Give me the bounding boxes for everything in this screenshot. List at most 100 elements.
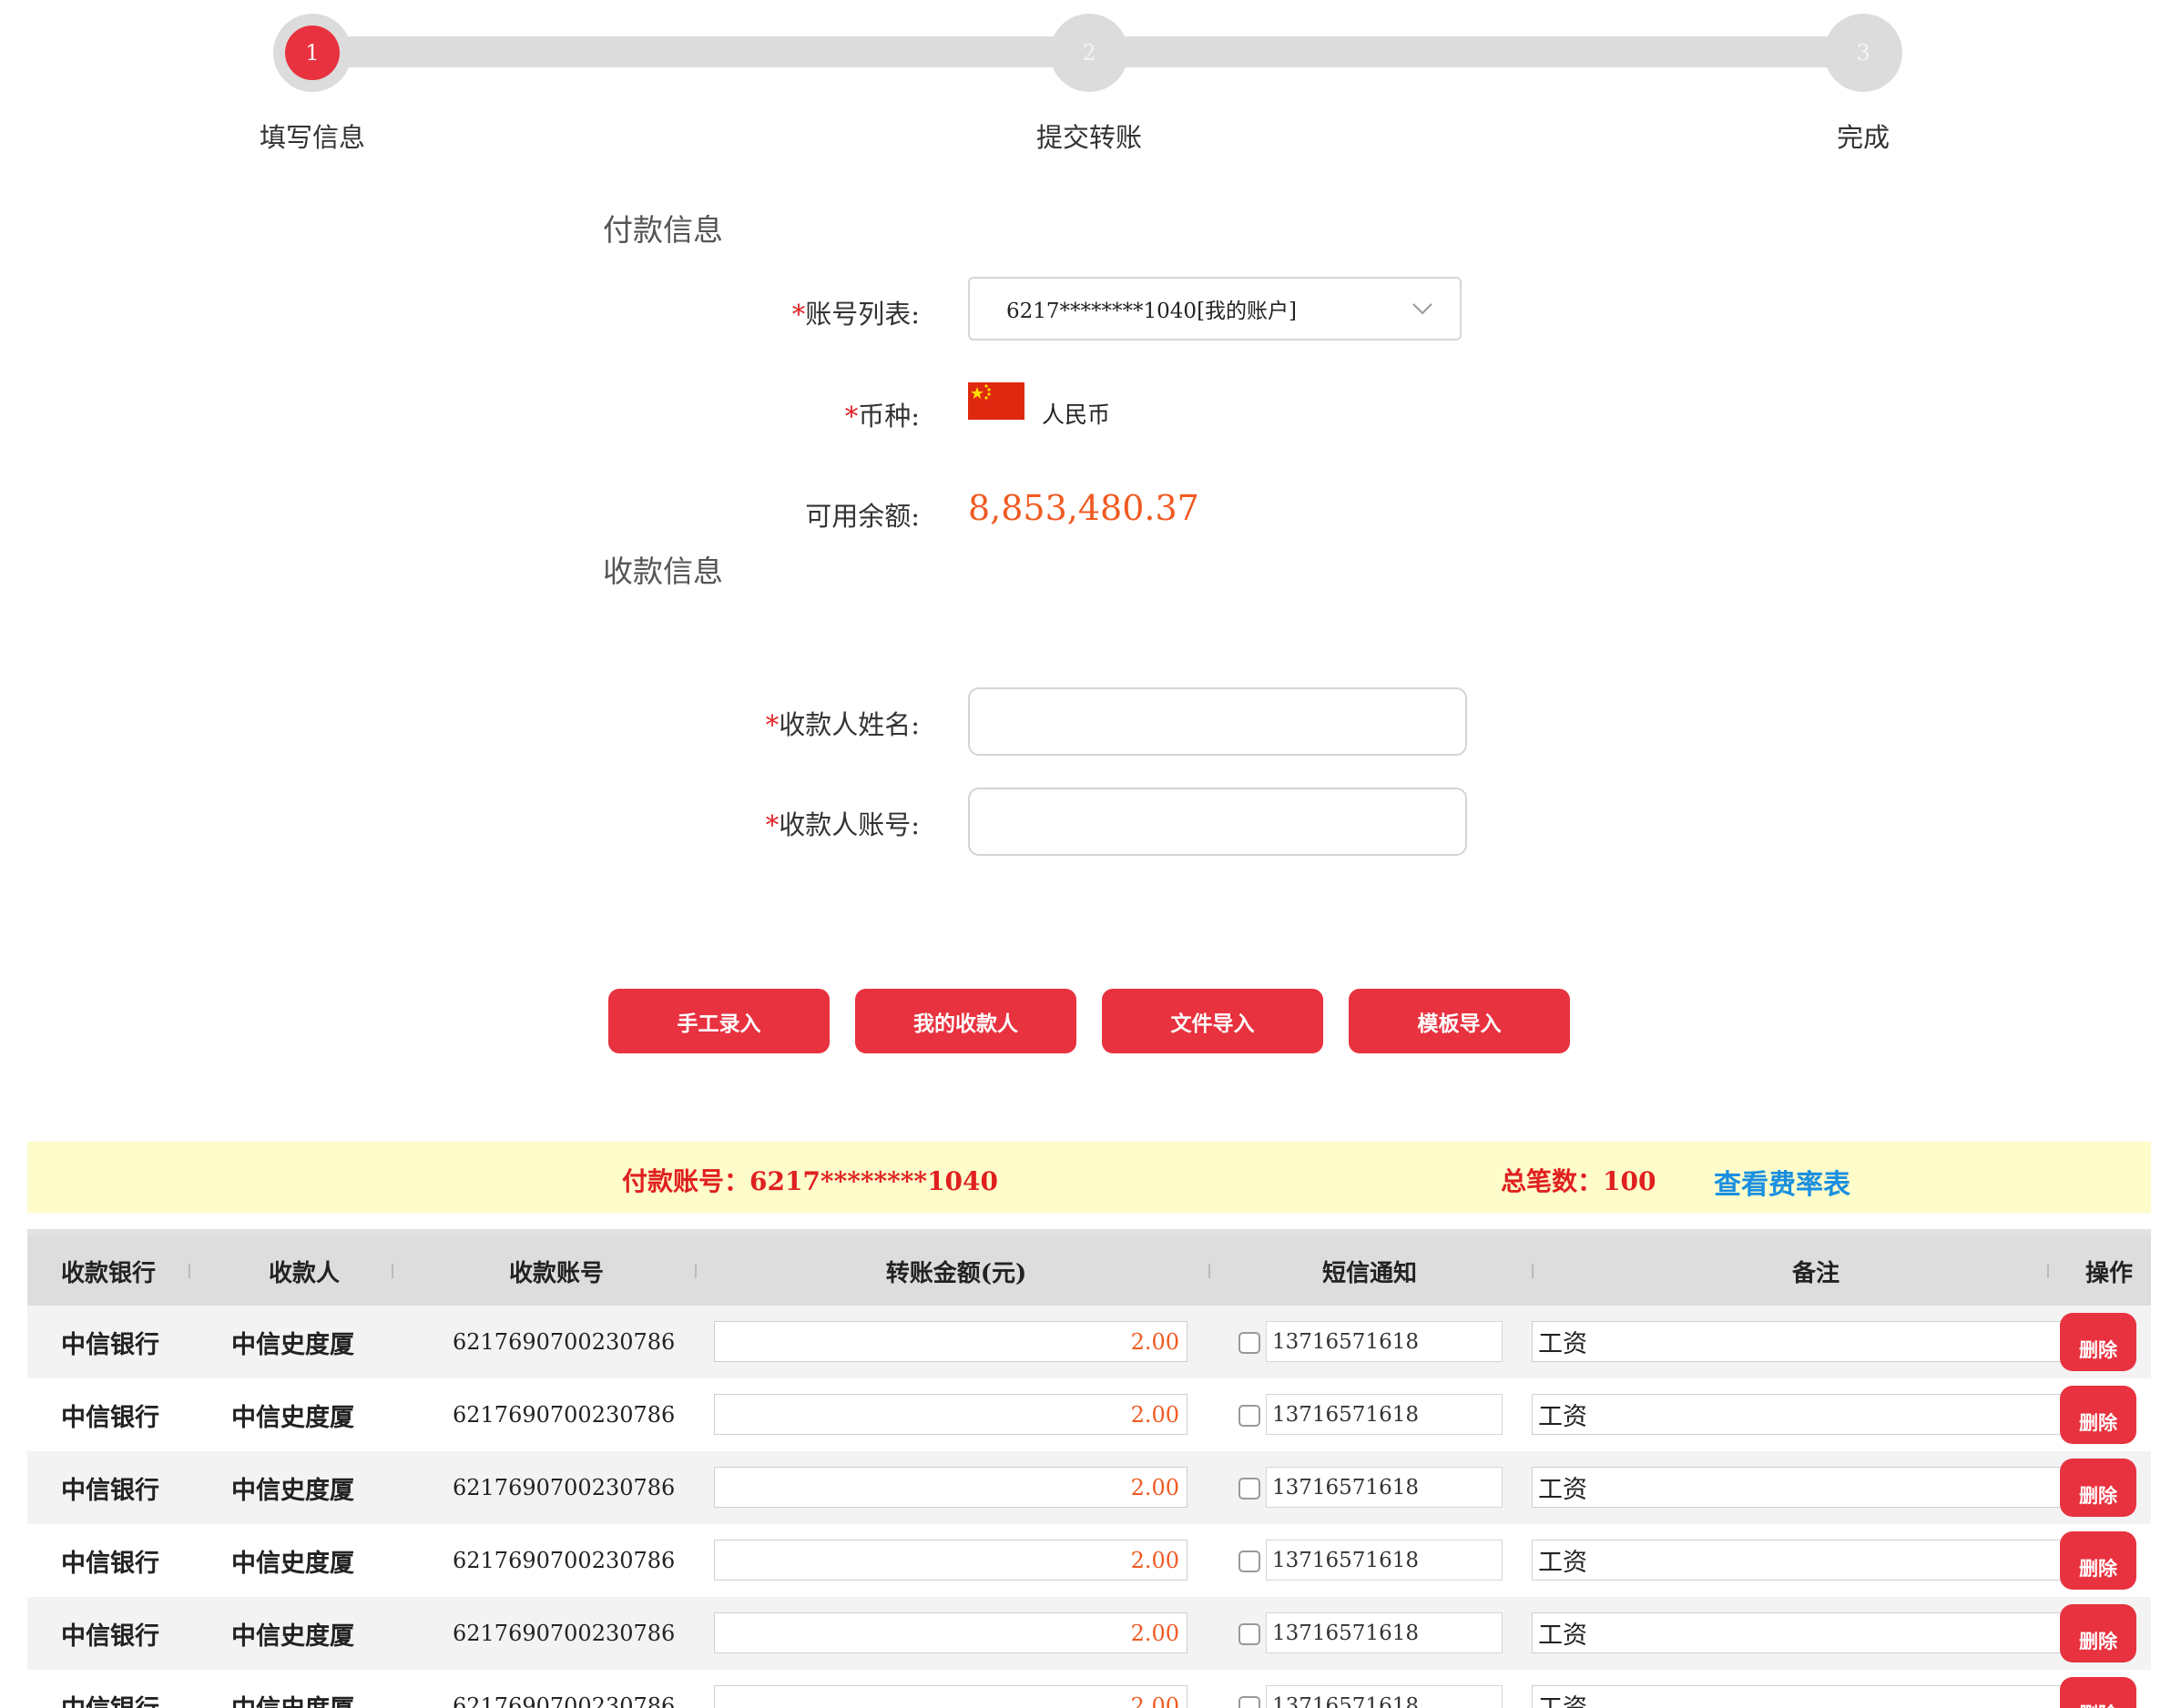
table-top-border — [27, 1229, 2151, 1236]
step-3-number: 3 — [1836, 25, 1891, 80]
col-separator — [2047, 1264, 2049, 1278]
row-amount-input[interactable] — [714, 1321, 1187, 1362]
file-import-button[interactable]: 文件导入 — [1102, 989, 1323, 1053]
table-row: 中信银行 中信史度厦 6217690700230786 删除 — [27, 1451, 2151, 1524]
step-3-label: 完成 — [1836, 122, 1890, 153]
row-note-input[interactable] — [1532, 1321, 2080, 1362]
table-row: 中信银行 中信史度厦 6217690700230786 删除 — [27, 1378, 2151, 1451]
table-row: 中信银行 中信史度厦 6217690700230786 删除 — [27, 1670, 2151, 1708]
payee-name-label: *收款人姓名: — [537, 704, 920, 742]
account-select-value: 6217********1040[我的账户] — [1006, 300, 1298, 323]
step-3-indicator: 3 — [1824, 14, 1902, 92]
payee-account-label: *收款人账号: — [537, 804, 920, 842]
row-bank: 中信银行 — [61, 1403, 159, 1432]
row-delete-button[interactable]: 删除 — [2060, 1531, 2136, 1590]
row-payee: 中信史度厦 — [231, 1622, 354, 1651]
fee-schedule-link[interactable]: 查看费率表 — [1714, 1162, 1850, 1202]
row-amount-input[interactable] — [714, 1394, 1187, 1435]
row-phone-input[interactable] — [1266, 1612, 1503, 1653]
table-row: 中信银行 中信史度厦 6217690700230786 删除 — [27, 1524, 2151, 1597]
col-header-sms: 短信通知 — [1321, 1259, 1417, 1287]
row-delete-button[interactable]: 删除 — [2060, 1604, 2136, 1662]
row-payee: 中信史度厦 — [231, 1330, 354, 1359]
required-mark: * — [765, 809, 780, 840]
row-amount-input[interactable] — [714, 1540, 1187, 1581]
total-count-summary: 总笔数：100 — [1501, 1166, 1656, 1196]
row-note-input[interactable] — [1532, 1685, 2080, 1708]
row-payee: 中信史度厦 — [231, 1476, 354, 1505]
table-row: 中信银行 中信史度厦 6217690700230786 删除 — [27, 1597, 2151, 1670]
row-account: 6217690700230786 — [453, 1621, 676, 1646]
account-select[interactable]: 6217********1040[我的账户] — [968, 277, 1462, 341]
row-phone-input[interactable] — [1266, 1467, 1503, 1508]
account-list-label: *账号列表: — [537, 293, 920, 331]
col-header-payee: 收款人 — [268, 1259, 340, 1287]
currency-label: *币种: — [537, 395, 920, 433]
row-sms-checkbox[interactable] — [1238, 1550, 1260, 1572]
row-sms-checkbox[interactable] — [1238, 1478, 1260, 1500]
required-mark: * — [791, 299, 806, 330]
payee-section-title: 收款信息 — [603, 554, 723, 589]
row-delete-button[interactable]: 删除 — [2060, 1313, 2136, 1371]
row-phone-input[interactable] — [1266, 1685, 1503, 1708]
col-header-amount: 转账金额(元) — [885, 1259, 1027, 1287]
row-delete-button[interactable]: 删除 — [2060, 1386, 2136, 1444]
my-payees-button[interactable]: 我的收款人 — [855, 989, 1076, 1053]
row-bank: 中信银行 — [61, 1622, 159, 1651]
row-account: 6217690700230786 — [453, 1693, 676, 1708]
payer-section-title: 付款信息 — [603, 212, 723, 248]
step-1-indicator: 1 — [273, 14, 352, 92]
payer-account-summary: 付款账号：6217********1040 — [622, 1166, 999, 1196]
row-delete-button[interactable]: 删除 — [2060, 1677, 2136, 1708]
step-2-number: 2 — [1062, 25, 1116, 80]
row-payee: 中信史度厦 — [231, 1549, 354, 1578]
row-sms-checkbox[interactable] — [1238, 1405, 1260, 1427]
template-import-button[interactable]: 模板导入 — [1349, 989, 1570, 1053]
batch-summary-bar: 付款账号：6217********1040 总笔数：100 查看费率表 — [27, 1142, 2151, 1213]
china-flag-icon — [968, 382, 1024, 420]
row-account: 6217690700230786 — [453, 1548, 676, 1573]
row-phone-input[interactable] — [1266, 1540, 1503, 1581]
row-note-input[interactable] — [1532, 1394, 2080, 1435]
step-1-number: 1 — [285, 25, 340, 80]
manual-entry-button[interactable]: 手工录入 — [608, 989, 830, 1053]
row-sms-checkbox[interactable] — [1238, 1332, 1260, 1354]
step-2-label: 提交转账 — [1035, 122, 1142, 153]
row-sms-checkbox[interactable] — [1238, 1696, 1260, 1708]
balance-label: 可用余额: — [805, 501, 920, 532]
account-list-label-text: 账号列表: — [805, 299, 920, 330]
col-header-note: 备注 — [1791, 1259, 1840, 1287]
row-account: 6217690700230786 — [453, 1475, 676, 1500]
table-row: 中信银行 中信史度厦 6217690700230786 删除 — [27, 1306, 2151, 1378]
row-delete-button[interactable]: 删除 — [2060, 1459, 2136, 1517]
row-amount-input[interactable] — [714, 1467, 1187, 1508]
row-account: 6217690700230786 — [453, 1402, 676, 1428]
row-note-input[interactable] — [1532, 1467, 2080, 1508]
col-header-account: 收款账号 — [508, 1259, 604, 1287]
row-bank: 中信银行 — [61, 1330, 159, 1359]
row-note-input[interactable] — [1532, 1612, 2080, 1653]
row-bank: 中信银行 — [61, 1670, 159, 1708]
required-mark: * — [765, 709, 780, 740]
row-phone-input[interactable] — [1266, 1321, 1503, 1362]
row-bank: 中信银行 — [61, 1549, 159, 1578]
payee-name-label-text: 收款人姓名: — [779, 709, 920, 740]
row-bank: 中信银行 — [61, 1476, 159, 1505]
row-payee: 中信史度厦 — [231, 1670, 354, 1708]
currency-label-text: 币种: — [858, 401, 920, 432]
row-phone-input[interactable] — [1266, 1394, 1503, 1435]
col-header-bank: 收款银行 — [60, 1259, 156, 1287]
required-mark: * — [844, 401, 859, 432]
row-note-input[interactable] — [1532, 1540, 2080, 1581]
row-account: 6217690700230786 — [453, 1329, 676, 1355]
step-2-indicator: 2 — [1050, 14, 1128, 92]
payee-account-label-text: 收款人账号: — [779, 809, 920, 840]
row-amount-input[interactable] — [714, 1685, 1187, 1708]
currency-value: 人民币 — [1042, 402, 1111, 428]
payee-name-input[interactable] — [968, 687, 1467, 756]
row-sms-checkbox[interactable] — [1238, 1623, 1260, 1645]
row-amount-input[interactable] — [714, 1612, 1187, 1653]
available-balance: 8,853,480.37 — [968, 488, 1199, 528]
step-1-label: 填写信息 — [259, 122, 365, 153]
payee-account-input[interactable] — [968, 788, 1467, 856]
